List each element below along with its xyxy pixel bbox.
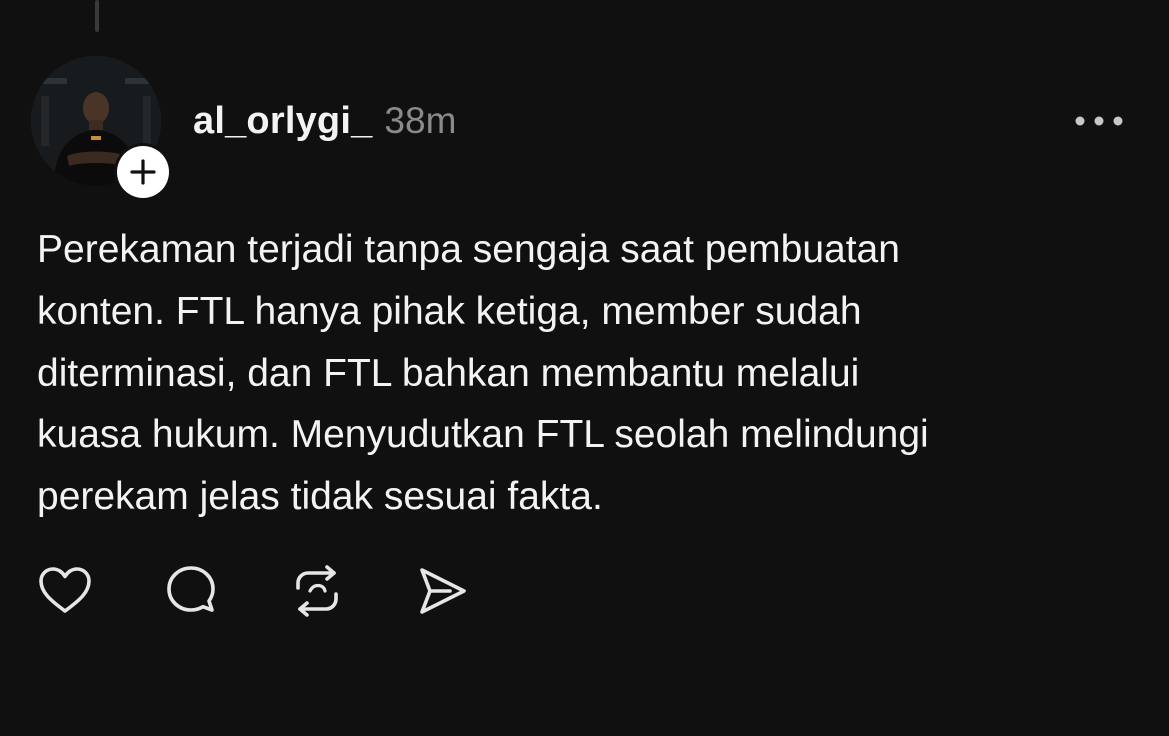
comment-icon	[167, 566, 215, 612]
repost-icon	[296, 565, 338, 617]
more-horizontal-icon	[1075, 116, 1123, 126]
share-button[interactable]	[414, 562, 472, 620]
share-icon	[420, 568, 466, 614]
username-link[interactable]: al_orlygi_	[193, 100, 372, 143]
like-button[interactable]	[36, 562, 94, 620]
post-timestamp: 38m	[384, 100, 457, 141]
heart-icon	[39, 567, 91, 613]
plus-icon	[130, 159, 156, 185]
post-header: al_orlygi_ 38m	[193, 100, 456, 146]
follow-button-circle	[117, 146, 169, 198]
post-text-line: perekam jelas tidak sesuai fakta.	[37, 475, 603, 519]
post-text-line: diterminasi, dan FTL bahkan membantu mel…	[37, 351, 860, 395]
more-options-button[interactable]	[1066, 106, 1132, 136]
comment-button[interactable]	[162, 562, 220, 620]
follow-button[interactable]	[114, 143, 172, 201]
thread-connector-line	[95, 0, 99, 32]
post-text-line: Perekaman terjadi tanpa sengaja saat pem…	[37, 228, 900, 271]
repost-button[interactable]	[288, 562, 346, 620]
post-actions-bar	[36, 562, 472, 620]
post-text-line: konten. FTL hanya pihak ketiga, member s…	[37, 289, 862, 333]
post-text-line: kuasa hukum. Menyudutkan FTL seolah meli…	[37, 413, 929, 457]
post-body-text: Perekaman terjadi tanpa sengaja saat pem…	[37, 219, 1137, 528]
